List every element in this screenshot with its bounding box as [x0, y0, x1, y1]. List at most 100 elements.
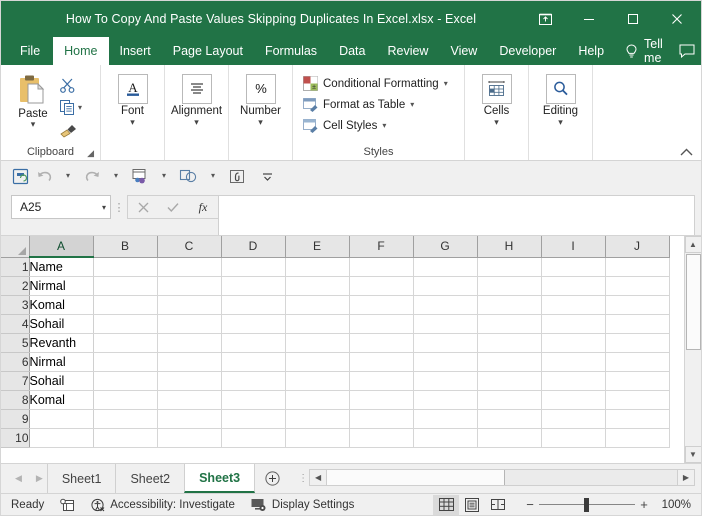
conditional-formatting-button[interactable]: ± Conditional Formatting ▾: [301, 73, 450, 94]
cell-a7[interactable]: Sohail: [29, 371, 94, 391]
cell-d7[interactable]: [221, 371, 286, 391]
cell-d9[interactable]: [221, 409, 286, 429]
row-header-4[interactable]: 4: [1, 314, 30, 334]
font-button[interactable]: A Font ▾: [107, 71, 158, 127]
cell-i1[interactable]: [541, 257, 606, 277]
cell-c2[interactable]: [157, 276, 222, 296]
page-break-preview-button[interactable]: [485, 495, 511, 515]
row-header-1[interactable]: 1: [1, 257, 30, 277]
column-header-b[interactable]: B: [93, 236, 158, 258]
cell-f3[interactable]: [349, 295, 414, 315]
paste-dropdown-caret-icon[interactable]: ▾: [31, 120, 36, 129]
column-header-g[interactable]: G: [413, 236, 478, 258]
row-header-3[interactable]: 3: [1, 295, 30, 315]
undo-icon[interactable]: [33, 164, 55, 188]
cell-b10[interactable]: [93, 428, 158, 448]
cell-a9[interactable]: [29, 409, 94, 429]
cell-h4[interactable]: [477, 314, 542, 334]
page-layout-view-button[interactable]: [459, 495, 485, 515]
cell-j3[interactable]: [605, 295, 670, 315]
cell-i3[interactable]: [541, 295, 606, 315]
cell-e6[interactable]: [285, 352, 350, 372]
share-people-icon[interactable]: [129, 164, 151, 188]
collapse-ribbon-icon[interactable]: [680, 148, 693, 156]
zoom-out-button[interactable]: −: [521, 497, 539, 512]
cell-b9[interactable]: [93, 409, 158, 429]
cell-g9[interactable]: [413, 409, 478, 429]
cell-d4[interactable]: [221, 314, 286, 334]
cell-a1[interactable]: Name: [29, 257, 94, 277]
horizontal-scroll-track[interactable]: [505, 470, 677, 485]
record-macro-button[interactable]: [52, 495, 83, 515]
cancel-x-icon[interactable]: [128, 196, 158, 218]
redo-icon[interactable]: [81, 164, 103, 188]
cell-a6[interactable]: Nirmal: [29, 352, 94, 372]
cells-button[interactable]: Cells ▾: [471, 71, 522, 127]
cell-c4[interactable]: [157, 314, 222, 334]
scroll-right-icon[interactable]: ▶: [677, 470, 694, 485]
cell-g1[interactable]: [413, 257, 478, 277]
cell-f9[interactable]: [349, 409, 414, 429]
tab-file[interactable]: File: [7, 37, 53, 65]
sheet-tab-sheet2[interactable]: Sheet2: [115, 464, 184, 493]
cell-c5[interactable]: [157, 333, 222, 353]
comments-button[interactable]: [671, 37, 702, 65]
cell-d2[interactable]: [221, 276, 286, 296]
tab-developer[interactable]: Developer: [488, 37, 567, 65]
cell-b1[interactable]: [93, 257, 158, 277]
touch-dropdown-caret-icon[interactable]: ▾: [202, 164, 224, 188]
number-button[interactable]: % Number ▾: [235, 71, 286, 127]
normal-view-button[interactable]: [433, 494, 459, 515]
cell-g4[interactable]: [413, 314, 478, 334]
cell-i7[interactable]: [541, 371, 606, 391]
cell-e2[interactable]: [285, 276, 350, 296]
cell-c3[interactable]: [157, 295, 222, 315]
cell-d6[interactable]: [221, 352, 286, 372]
horizontal-scroll-thumb[interactable]: [327, 470, 506, 485]
cell-i9[interactable]: [541, 409, 606, 429]
cell-d8[interactable]: [221, 390, 286, 410]
cell-g5[interactable]: [413, 333, 478, 353]
cell-f4[interactable]: [349, 314, 414, 334]
cell-i5[interactable]: [541, 333, 606, 353]
cell-a2[interactable]: Nirmal: [29, 276, 94, 296]
cell-j5[interactable]: [605, 333, 670, 353]
redo-dropdown-caret-icon[interactable]: ▾: [105, 164, 127, 188]
tab-home[interactable]: Home: [53, 37, 109, 65]
cell-e10[interactable]: [285, 428, 350, 448]
nav-first-icon[interactable]: ◀: [15, 473, 22, 484]
cell-e9[interactable]: [285, 409, 350, 429]
cell-styles-button[interactable]: Cell Styles ▾: [301, 115, 388, 136]
font-dropdown-caret-icon[interactable]: ▾: [130, 118, 135, 127]
cell-b7[interactable]: [93, 371, 158, 391]
attach-icon[interactable]: [226, 164, 248, 188]
cell-f7[interactable]: [349, 371, 414, 391]
cell-j7[interactable]: [605, 371, 670, 391]
cell-g7[interactable]: [413, 371, 478, 391]
number-dropdown-caret-icon[interactable]: ▾: [258, 118, 263, 127]
row-header-2[interactable]: 2: [1, 276, 30, 296]
copy-icon[interactable]: [59, 99, 76, 116]
cell-a8[interactable]: Komal: [29, 390, 94, 410]
cell-f6[interactable]: [349, 352, 414, 372]
column-header-e[interactable]: E: [285, 236, 350, 258]
cell-a4[interactable]: Sohail: [29, 314, 94, 334]
sheet-tab-sheet3[interactable]: Sheet3: [184, 464, 256, 493]
dialog-launcher-icon[interactable]: ◢: [87, 148, 94, 159]
cell-i6[interactable]: [541, 352, 606, 372]
tab-review[interactable]: Review: [376, 37, 439, 65]
cell-j6[interactable]: [605, 352, 670, 372]
cell-styles-caret-icon[interactable]: ▾: [382, 121, 386, 130]
cell-b5[interactable]: [93, 333, 158, 353]
cell-e4[interactable]: [285, 314, 350, 334]
conditional-formatting-caret-icon[interactable]: ▾: [444, 79, 448, 88]
undo-dropdown-caret-icon[interactable]: ▾: [57, 164, 79, 188]
tab-help[interactable]: Help: [567, 37, 615, 65]
row-header-7[interactable]: 7: [1, 371, 30, 391]
tab-insert[interactable]: Insert: [109, 37, 162, 65]
formula-bar-grip[interactable]: ⋮: [111, 195, 127, 219]
column-header-d[interactable]: D: [221, 236, 286, 258]
cell-h5[interactable]: [477, 333, 542, 353]
cell-j1[interactable]: [605, 257, 670, 277]
nav-last-icon[interactable]: ▶: [36, 473, 43, 484]
